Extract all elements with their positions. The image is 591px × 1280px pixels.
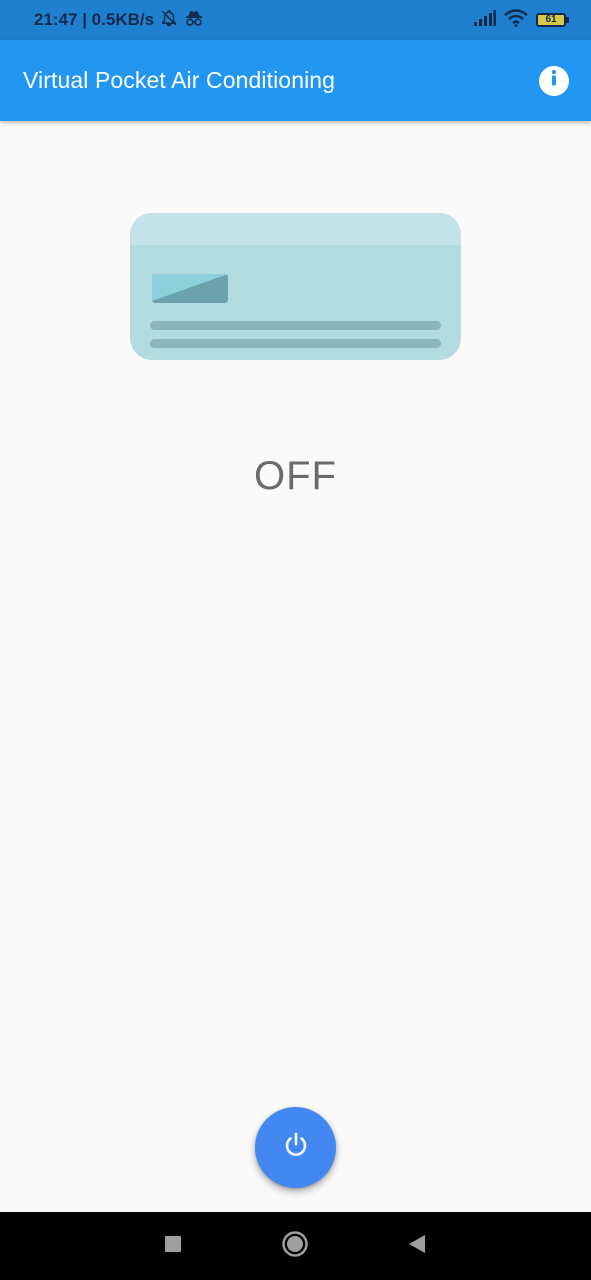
status-time-speed: 21:47 | 0.5KB/s (34, 10, 155, 29)
incognito-icon (184, 9, 204, 32)
wifi-icon (504, 8, 528, 32)
app-bar: Virtual Pocket Air Conditioning (0, 40, 591, 121)
recents-icon (164, 1235, 182, 1258)
air-conditioner-icon (130, 213, 461, 366)
info-icon (539, 63, 569, 98)
ac-status-text: OFF (254, 454, 337, 498)
navigation-bar (0, 1212, 591, 1280)
status-right: 61 (474, 8, 569, 32)
home-icon (281, 1230, 309, 1263)
status-bar: 21:47 | 0.5KB/s 61 (0, 0, 591, 40)
app-title: Virtual Pocket Air Conditioning (23, 67, 336, 93)
status-left: 21:47 | 0.5KB/s (34, 9, 204, 32)
info-button[interactable] (539, 63, 569, 98)
home-button[interactable] (272, 1212, 318, 1280)
power-button[interactable] (255, 1107, 336, 1188)
battery-icon: 61 (536, 13, 569, 27)
power-icon (280, 1129, 312, 1166)
signal-icon (474, 9, 496, 31)
battery-level: 61 (536, 13, 566, 27)
battery-tip (566, 17, 569, 23)
app-screen: 21:47 | 0.5KB/s 61 Virtual Pocket Air Co… (0, 0, 591, 1280)
back-button[interactable] (396, 1212, 438, 1280)
back-icon (407, 1234, 427, 1259)
notifications-muted-icon (160, 9, 178, 32)
recents-button[interactable] (152, 1212, 194, 1280)
